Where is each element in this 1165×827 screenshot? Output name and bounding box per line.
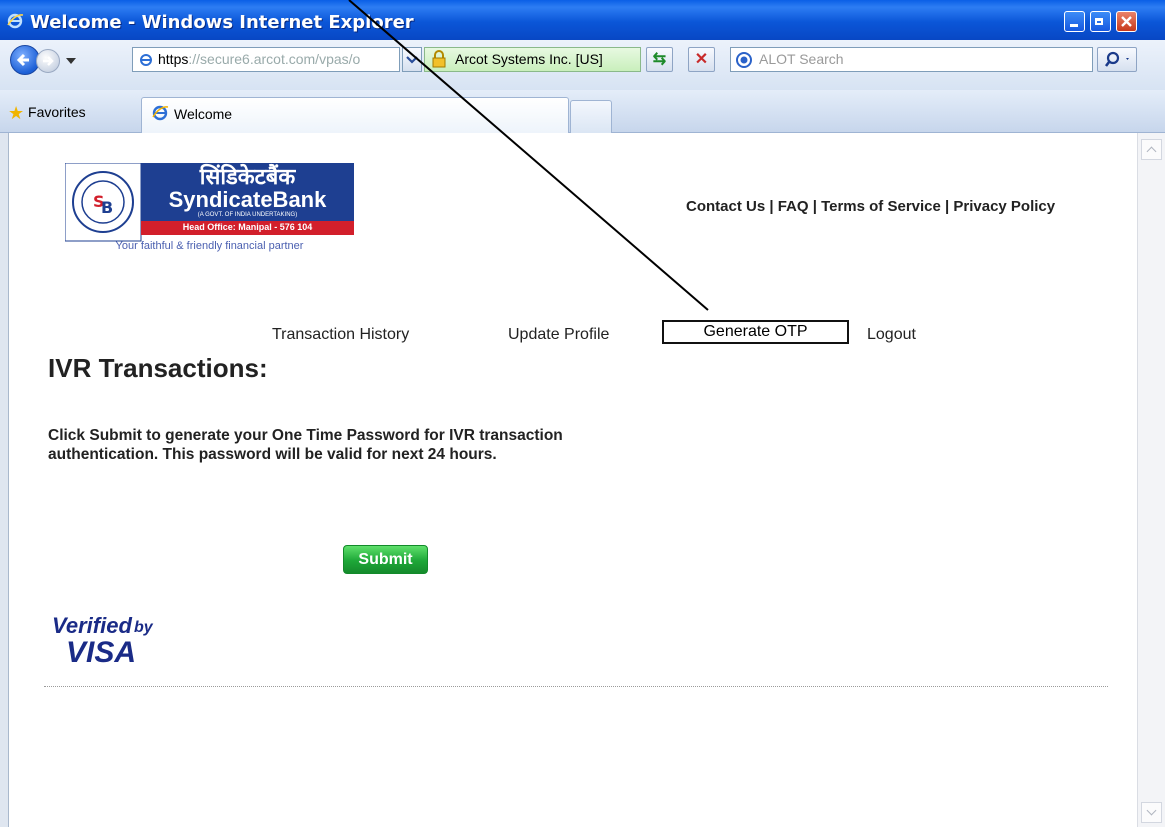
scroll-down-button[interactable] xyxy=(1141,802,1162,823)
search-button[interactable] xyxy=(1097,47,1137,72)
syndicate-bank-logo: S B सिंडिकेटबैंक SyndicateBank (A GOVT. … xyxy=(65,163,354,259)
by-text: by xyxy=(134,619,153,636)
scroll-up-button[interactable] xyxy=(1141,139,1162,160)
bank-tagline: Your faithful & friendly financial partn… xyxy=(115,240,304,252)
refresh-button[interactable]: ⇆ xyxy=(646,47,673,72)
stop-button[interactable]: ✕ xyxy=(688,47,715,72)
bank-subtitle: (A GOVT. OF INDIA UNDERTAKING) xyxy=(197,212,298,218)
search-input[interactable]: ALOT Search xyxy=(730,47,1093,72)
description-line-2: authentication. This password will be va… xyxy=(48,446,497,463)
minimize-button[interactable] xyxy=(1064,11,1085,32)
history-dropdown-icon[interactable] xyxy=(66,58,76,64)
search-icon xyxy=(1104,51,1129,67)
close-button[interactable] xyxy=(1116,11,1137,32)
ie-page-icon xyxy=(140,54,152,66)
favorites-button[interactable]: ★ Favorites xyxy=(8,103,86,124)
refresh-icon: ⇆ xyxy=(652,51,667,68)
back-icon xyxy=(16,53,29,67)
security-report[interactable]: Arcot Systems Inc. [US] xyxy=(424,47,641,72)
address-dropdown-button[interactable] xyxy=(402,47,422,72)
vertical-scrollbar[interactable] xyxy=(1137,133,1165,827)
stop-icon: ✕ xyxy=(694,51,709,68)
restore-icon xyxy=(1095,18,1103,25)
alot-icon xyxy=(736,52,752,68)
description-line-1: Click Submit to generate your One Time P… xyxy=(48,427,563,444)
chevron-down-icon xyxy=(1146,805,1157,816)
title-bar: Welcome - Windows Internet Explorer xyxy=(0,0,1165,40)
window-frame-left xyxy=(0,133,9,827)
ie-logo-icon xyxy=(7,13,24,29)
favorites-label: Favorites xyxy=(28,104,86,120)
forward-button[interactable] xyxy=(36,49,60,73)
search-placeholder: ALOT Search xyxy=(759,51,844,67)
head-office: Head Office: Manipal - 576 104 xyxy=(182,222,313,232)
address-protocol: https xyxy=(158,51,189,67)
verified-by-visa-logo: Verified by VISA xyxy=(52,613,182,675)
new-tab-button[interactable] xyxy=(570,100,612,133)
nav-generate-otp[interactable]: Generate OTP xyxy=(662,320,849,344)
nav-logout[interactable]: Logout xyxy=(867,326,916,344)
top-links[interactable]: Contact Us | FAQ | Terms of Service | Pr… xyxy=(686,198,1055,215)
nav-transaction-history[interactable]: Transaction History xyxy=(272,326,409,344)
restore-button[interactable] xyxy=(1090,11,1111,32)
lock-icon xyxy=(432,50,446,68)
submit-button[interactable]: Submit xyxy=(343,545,428,574)
minimize-icon xyxy=(1070,24,1078,27)
chevron-up-icon xyxy=(1146,146,1157,157)
content-divider xyxy=(44,686,1108,687)
security-label: Arcot Systems Inc. [US] xyxy=(455,51,603,67)
tab-label: Welcome xyxy=(174,106,233,122)
address-bar[interactable]: https://secure6.arcot.com/vpas/o xyxy=(132,47,400,72)
svg-text:B: B xyxy=(101,198,113,217)
page-description: Click Submit to generate your One Time P… xyxy=(48,426,563,464)
address-path: ://secure6.arcot.com/vpas/o xyxy=(188,51,361,67)
star-icon: ★ xyxy=(8,103,25,123)
close-icon xyxy=(1121,16,1132,27)
visa-text: VISA xyxy=(66,636,137,669)
bank-name: SyndicateBank xyxy=(168,187,327,212)
page-title: IVR Transactions: xyxy=(48,353,268,383)
chevron-down-icon xyxy=(406,56,418,64)
nav-update-profile[interactable]: Update Profile xyxy=(508,326,609,344)
ie-tab-icon xyxy=(152,105,169,121)
window-title: Welcome - Windows Internet Explorer xyxy=(30,12,414,33)
forward-icon xyxy=(43,56,54,66)
